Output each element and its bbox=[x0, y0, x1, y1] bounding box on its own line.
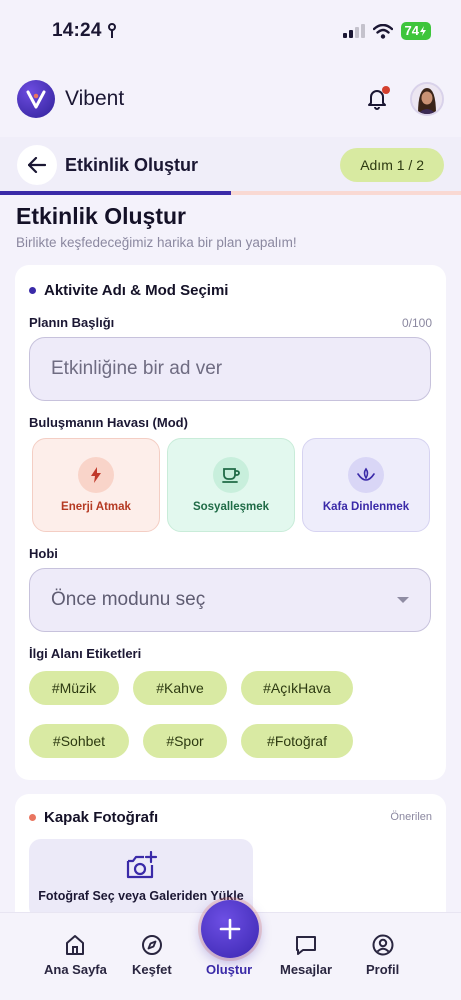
nav-explore[interactable]: Keşfet bbox=[132, 933, 172, 977]
plan-title-label: Planın Başlığı bbox=[29, 315, 115, 330]
page-title: Etkinlik Oluştur bbox=[16, 203, 186, 229]
battery-icon: 74 bbox=[400, 22, 431, 40]
sub-header: Etkinlik Oluştur Adım 1 / 2 bbox=[0, 137, 461, 193]
message-icon bbox=[294, 933, 318, 957]
tags-row: #Müzik #Kahve #AçıkHava bbox=[29, 671, 353, 705]
nav-profile[interactable]: Profil bbox=[366, 933, 399, 977]
tag-chip[interactable]: #Fotoğraf bbox=[241, 724, 353, 758]
plus-icon bbox=[219, 918, 241, 940]
hobby-label: Hobi bbox=[29, 546, 58, 561]
chevron-down-icon bbox=[397, 597, 409, 603]
app-name: Vibent bbox=[65, 87, 125, 110]
photo-section-title: Kapak Fotoğrafı bbox=[29, 809, 158, 826]
status-bar: 14:24 74 bbox=[0, 0, 461, 62]
character-counter: 0/100 bbox=[401, 316, 432, 330]
status-indicators: 74 bbox=[342, 22, 431, 40]
lightning-icon bbox=[78, 457, 114, 493]
photo-section-label: Kapak Fotoğrafı bbox=[44, 809, 159, 826]
nav-home-label: Ana Sayfa bbox=[44, 962, 107, 977]
progress-bar bbox=[0, 191, 461, 195]
tag-chip[interactable]: #Müzik bbox=[29, 671, 119, 705]
wifi-icon bbox=[372, 23, 393, 39]
user-circle-icon bbox=[371, 933, 395, 957]
page-subtitle: Birlikte keşfedeceğimiz harika bir plan … bbox=[16, 235, 297, 250]
mode-label: Buluşmanın Havası (Mod) bbox=[29, 415, 188, 430]
create-fab-button[interactable] bbox=[201, 900, 259, 958]
home-icon bbox=[63, 933, 87, 957]
mode-relax-label: Kafa Dinlenmek bbox=[322, 501, 410, 513]
activity-section-title: Aktivite Adı & Mod Seçimi bbox=[29, 282, 228, 299]
status-time: 14:24 bbox=[52, 20, 116, 42]
activity-section-label: Aktivite Adı & Mod Seçimi bbox=[44, 282, 229, 299]
battery-level: 74 bbox=[404, 23, 419, 38]
signal-icon bbox=[342, 24, 365, 38]
compass-icon bbox=[140, 933, 164, 957]
add-photo-icon bbox=[126, 851, 158, 879]
nav-profile-label: Profil bbox=[366, 962, 400, 977]
coffee-icon bbox=[213, 457, 249, 493]
nav-create[interactable]: Oluştur bbox=[206, 962, 252, 977]
nav-messages[interactable]: Mesajlar bbox=[280, 933, 332, 977]
notifications-button[interactable] bbox=[364, 86, 390, 112]
tag-chip[interactable]: #AçıkHava bbox=[241, 671, 353, 705]
mode-selector: Enerji Atmak Sosyalleşmek Kafa Dinlenmek bbox=[32, 438, 430, 532]
sub-header-title: Etkinlik Oluştur bbox=[65, 154, 199, 175]
tag-chip[interactable]: #Sohbet bbox=[29, 724, 129, 758]
back-button[interactable] bbox=[17, 145, 57, 185]
step-indicator: Adım 1 / 2 bbox=[340, 148, 444, 182]
tag-chip[interactable]: #Kahve bbox=[133, 671, 227, 705]
brand-logo-icon bbox=[17, 80, 55, 118]
hobby-select-value: Önce modunu seç bbox=[51, 589, 206, 610]
nav-create-label: Oluştur bbox=[206, 962, 253, 977]
plan-title-input[interactable] bbox=[29, 337, 431, 401]
clock: 14:24 bbox=[52, 20, 102, 41]
tags-label: İlgi Alanı Etiketleri bbox=[29, 646, 142, 661]
notification-dot bbox=[382, 86, 390, 94]
hobby-select[interactable]: Önce modunu seç bbox=[29, 568, 431, 632]
nav-messages-label: Mesajlar bbox=[280, 962, 333, 977]
mode-social-label: Sosyalleşmek bbox=[192, 501, 270, 513]
section-dot bbox=[29, 287, 36, 294]
nav-explore-label: Keşfet bbox=[132, 962, 172, 977]
progress-fill bbox=[0, 191, 231, 195]
avatar[interactable] bbox=[410, 82, 444, 116]
location-pin-icon bbox=[107, 23, 116, 38]
section-dot bbox=[29, 814, 36, 821]
tag-chip[interactable]: #Spor bbox=[143, 724, 227, 758]
recommended-label: Önerilen bbox=[390, 811, 432, 823]
upload-text: Fotoğraf Seç veya Galeriden Yükle bbox=[38, 889, 244, 903]
tags-row: #Sohbet #Spor #Fotoğraf bbox=[29, 724, 353, 758]
brand[interactable]: Vibent bbox=[17, 80, 124, 118]
activity-card: Aktivite Adı & Mod Seçimi Planın Başlığı… bbox=[15, 265, 446, 780]
arrow-left-icon bbox=[28, 157, 46, 173]
mode-relax-button[interactable]: Kafa Dinlenmek bbox=[302, 438, 430, 532]
mode-energy-button[interactable]: Enerji Atmak bbox=[32, 438, 160, 532]
app-header: Vibent bbox=[0, 70, 461, 128]
mode-social-button[interactable]: Sosyalleşmek bbox=[167, 438, 295, 532]
lotus-icon bbox=[348, 457, 384, 493]
mode-energy-label: Enerji Atmak bbox=[61, 501, 131, 513]
nav-home[interactable]: Ana Sayfa bbox=[44, 933, 107, 977]
